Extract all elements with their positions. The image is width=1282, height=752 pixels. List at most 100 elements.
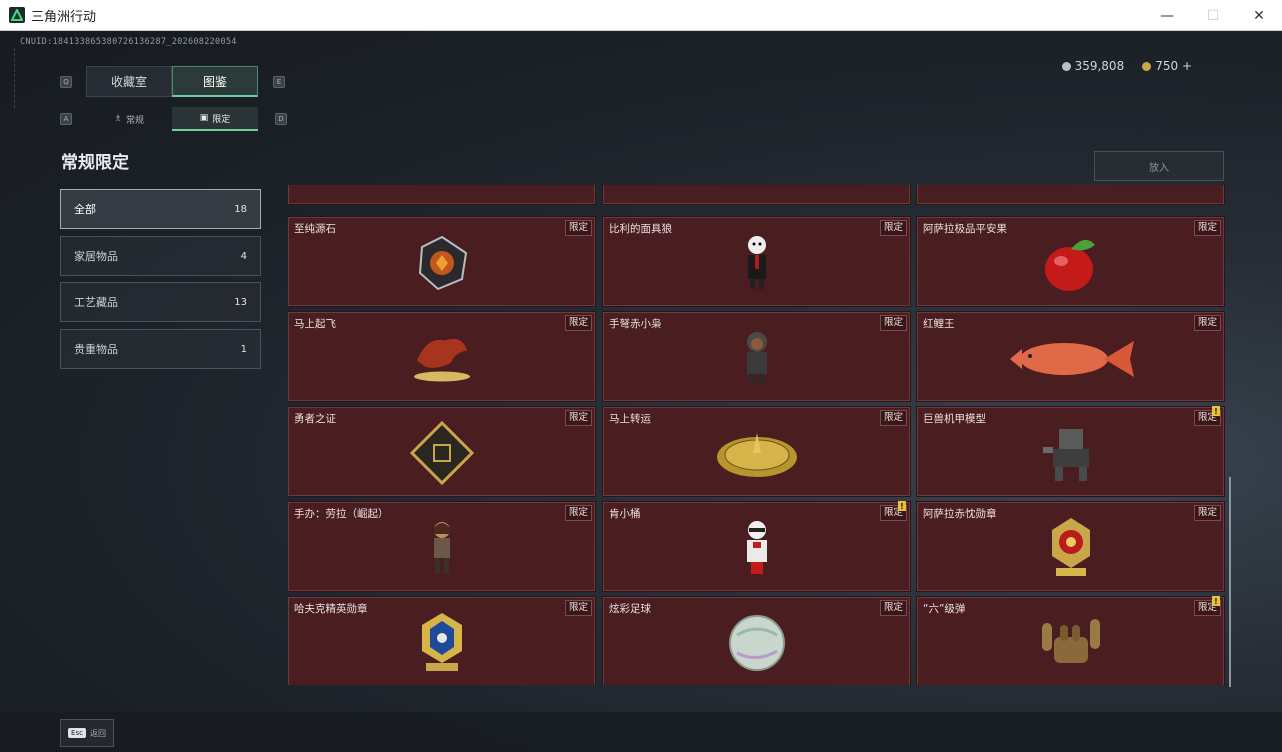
gold-coin-icon [1142, 62, 1152, 71]
trophy-icon: ♗ [113, 114, 123, 124]
close-button[interactable]: ✕ [1236, 0, 1282, 31]
category-craft[interactable]: 工艺藏品 13 [60, 282, 261, 322]
scrollbar[interactable] [1229, 477, 1231, 687]
subtab-regular-label: 常规 [126, 115, 145, 126]
minimize-button[interactable]: — [1144, 0, 1190, 31]
item-name: 手弩赤小枭 [609, 318, 662, 330]
maximize-icon: ☐ [1206, 7, 1220, 24]
gold-currency: 750 + [1142, 59, 1192, 73]
window-titlebar: 三角洲行动 — ☐ ✕ [0, 0, 1282, 31]
item-name: 至纯源石 [294, 223, 336, 235]
key-hint-d: D [275, 113, 287, 125]
category-valuables[interactable]: 贵重物品 1 [60, 329, 261, 369]
item-name: 巨兽机甲模型 [923, 413, 986, 425]
key-hint-e: E [273, 76, 285, 88]
category-home[interactable]: 家居物品 4 [60, 236, 261, 276]
item-name: 红鲤王 [923, 318, 955, 330]
tab-catalog[interactable]: 图鉴 [172, 66, 258, 97]
image-icon: ▣ [199, 113, 209, 123]
item-card[interactable]: 巨兽机甲模型 限定! [916, 406, 1225, 497]
silver-amount: 359,808 [1074, 59, 1125, 73]
item-card[interactable]: 至纯源石 限定 [288, 216, 596, 307]
tab-collection-room[interactable]: 收藏室 [86, 66, 172, 97]
esc-key-hint: Esc [68, 728, 86, 738]
limited-tag: 限定 [564, 220, 592, 236]
item-card[interactable]: 马上起飞 限定 [288, 311, 596, 402]
category-label: 工艺藏品 [74, 296, 118, 309]
chef-figure-icon [746, 521, 767, 575]
item-name: 勇者之证 [294, 413, 336, 425]
item-card[interactable]: 勇者之证 限定 [288, 406, 596, 497]
window-title: 三角洲行动 [31, 9, 97, 25]
main-tabs: 收藏室 图鉴 [86, 66, 258, 97]
category-label: 贵重物品 [74, 343, 118, 356]
limited-tag: 限定 [879, 600, 907, 616]
item-card[interactable]: 炫彩足球 限定 [602, 596, 911, 685]
item-card[interactable]: 阿萨拉赤忱勋章 限定 [916, 501, 1225, 592]
bottom-bar [0, 712, 1282, 752]
item-card[interactable]: 红鲤王 限定 [916, 311, 1225, 402]
category-count: 18 [234, 203, 247, 215]
item-card[interactable]: 阿萨拉极品平安果 限定 [916, 216, 1225, 307]
mech-model-icon [1042, 429, 1089, 482]
item-card[interactable]: 比利的面具狼 限定 [602, 216, 911, 307]
soccer-ball-icon [728, 615, 785, 672]
item-name: 比利的面具狼 [609, 223, 672, 235]
add-currency-button[interactable]: + [1182, 59, 1192, 73]
limited-tag: 限定 [879, 410, 907, 426]
back-button[interactable]: Esc 返回 [60, 719, 114, 747]
category-count: 13 [234, 296, 247, 308]
item-name: 阿萨拉赤忱勋章 [923, 508, 997, 520]
item-card[interactable]: 肯小桶 限定! [602, 501, 911, 592]
silver-currency: 359,808 [1061, 59, 1125, 73]
item-card-partial[interactable] [288, 185, 596, 205]
put-in-button[interactable]: 放入 [1094, 151, 1224, 181]
item-card-partial[interactable] [602, 185, 911, 205]
subtab-limited-label: 限定 [212, 114, 231, 125]
blue-medal-icon [421, 613, 462, 672]
item-card[interactable]: “六”级弹 限定! [916, 596, 1225, 685]
limited-tag: 限定 [1193, 505, 1221, 521]
silver-coin-icon [1061, 62, 1071, 71]
currency-bar: 359,808 750 + [1061, 59, 1192, 73]
subtab-regular[interactable]: ♗ 常规 [86, 107, 172, 131]
item-name: 手办：劳拉（崛起） [294, 508, 389, 520]
warning-icon: ! [1212, 406, 1220, 416]
gem-stone-icon [418, 236, 467, 291]
limited-tag: 限定 [1193, 220, 1221, 236]
gold-amount: 750 [1155, 59, 1179, 73]
limited-tag: 限定 [564, 315, 592, 331]
horse-statue-icon [413, 339, 470, 382]
category-count: 4 [240, 250, 247, 262]
limited-tag: 限定 [879, 315, 907, 331]
compass-disc-icon [716, 433, 797, 478]
item-name: 马上转运 [609, 413, 651, 425]
item-card[interactable]: 哈夫克精英勋章 限定 [288, 596, 596, 685]
item-card-partial[interactable] [916, 185, 1225, 205]
app-area: CNUID:184133865380726136287_202608220054… [0, 31, 1282, 752]
key-hint-q: Q [60, 76, 72, 88]
item-name: 哈夫克精英勋章 [294, 603, 368, 615]
user-uid: CNUID:184133865380726136287_202608220054 [20, 37, 237, 47]
page-title: 常规限定 [61, 153, 129, 173]
app-logo-icon [9, 7, 25, 23]
hand-sign-icon [1041, 619, 1100, 664]
maximize-button[interactable]: ☐ [1190, 0, 1236, 31]
minimize-icon: — [1160, 7, 1174, 24]
warning-icon: ! [898, 501, 906, 511]
card-badge-icon [409, 421, 474, 486]
limited-tag: 限定 [564, 505, 592, 521]
puppet-figure-icon [747, 236, 766, 290]
category-label: 家居物品 [74, 250, 118, 263]
item-card[interactable]: 手办：劳拉（崛起） 限定 [288, 501, 596, 592]
category-label: 全部 [74, 203, 96, 216]
limited-tag: 限定 [1193, 315, 1221, 331]
item-name: “六”级弹 [923, 603, 966, 615]
item-card[interactable]: 马上转运 限定 [602, 406, 911, 497]
subtab-limited[interactable]: ▣ 限定 [172, 107, 258, 131]
category-count: 1 [240, 343, 247, 355]
close-icon: ✕ [1253, 7, 1265, 24]
category-all[interactable]: 全部 18 [60, 189, 261, 229]
back-label: 返回 [89, 728, 106, 738]
item-card[interactable]: 手弩赤小枭 限定 [602, 311, 911, 402]
